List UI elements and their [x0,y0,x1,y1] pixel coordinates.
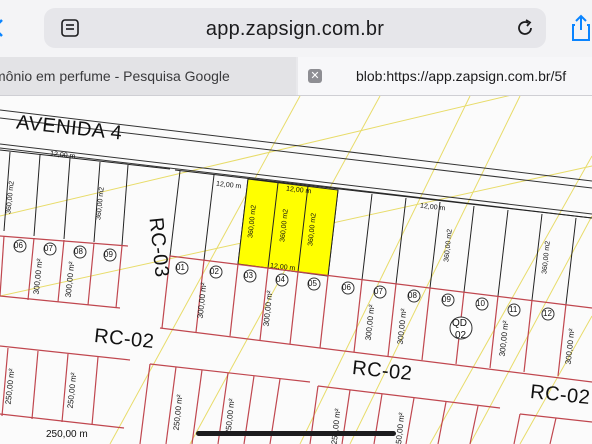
reload-icon[interactable] [515,18,535,38]
tab-bar: mônio em perfume - Pesquisa Google ✕ blo… [0,57,592,96]
lot-number: 01 [176,263,185,272]
share-icon[interactable] [570,14,592,42]
tab-label: mônio em perfume - Pesquisa Google [0,68,230,84]
browser-toolbar: app.zapsign.com.br [0,0,592,57]
lot-number: 02 [210,267,219,276]
lot-number: 12 [543,309,552,318]
site-plan-drawing [0,96,592,444]
lot-number: 06 [14,241,23,250]
lot-number: 09 [442,295,451,304]
block-label: 02 [455,330,467,341]
tab-google-search[interactable]: mônio em perfume - Pesquisa Google [0,57,296,95]
site-plan: 06 07 08 09 01 02 03 04 05 06 07 08 09 1… [0,96,592,444]
lot-number: 09 [104,250,113,259]
lot-number: 04 [276,275,285,284]
lot-number: 03 [244,271,253,280]
block-label: QD [452,318,467,329]
lot-number: 05 [308,279,317,288]
lot-number: 08 [408,291,417,300]
lot-area: 250,00 m [46,429,88,440]
lot-number: 11 [509,305,518,314]
lot-number: 08 [74,247,83,256]
tab-zapsign-blob[interactable]: ✕ blob:https://app.zapsign.com.br/5f [298,57,592,95]
back-icon[interactable] [0,18,6,38]
lot-number: 06 [342,283,351,292]
home-indicator[interactable] [196,431,396,436]
lot-number: 07 [44,244,53,253]
lot-number: 07 [374,287,383,296]
address-bar[interactable]: app.zapsign.com.br [44,8,546,48]
lot-number: 10 [476,299,485,308]
tab-label: blob:https://app.zapsign.com.br/5f [356,68,567,84]
url-text[interactable]: app.zapsign.com.br [44,18,546,41]
close-icon[interactable]: ✕ [308,69,322,83]
